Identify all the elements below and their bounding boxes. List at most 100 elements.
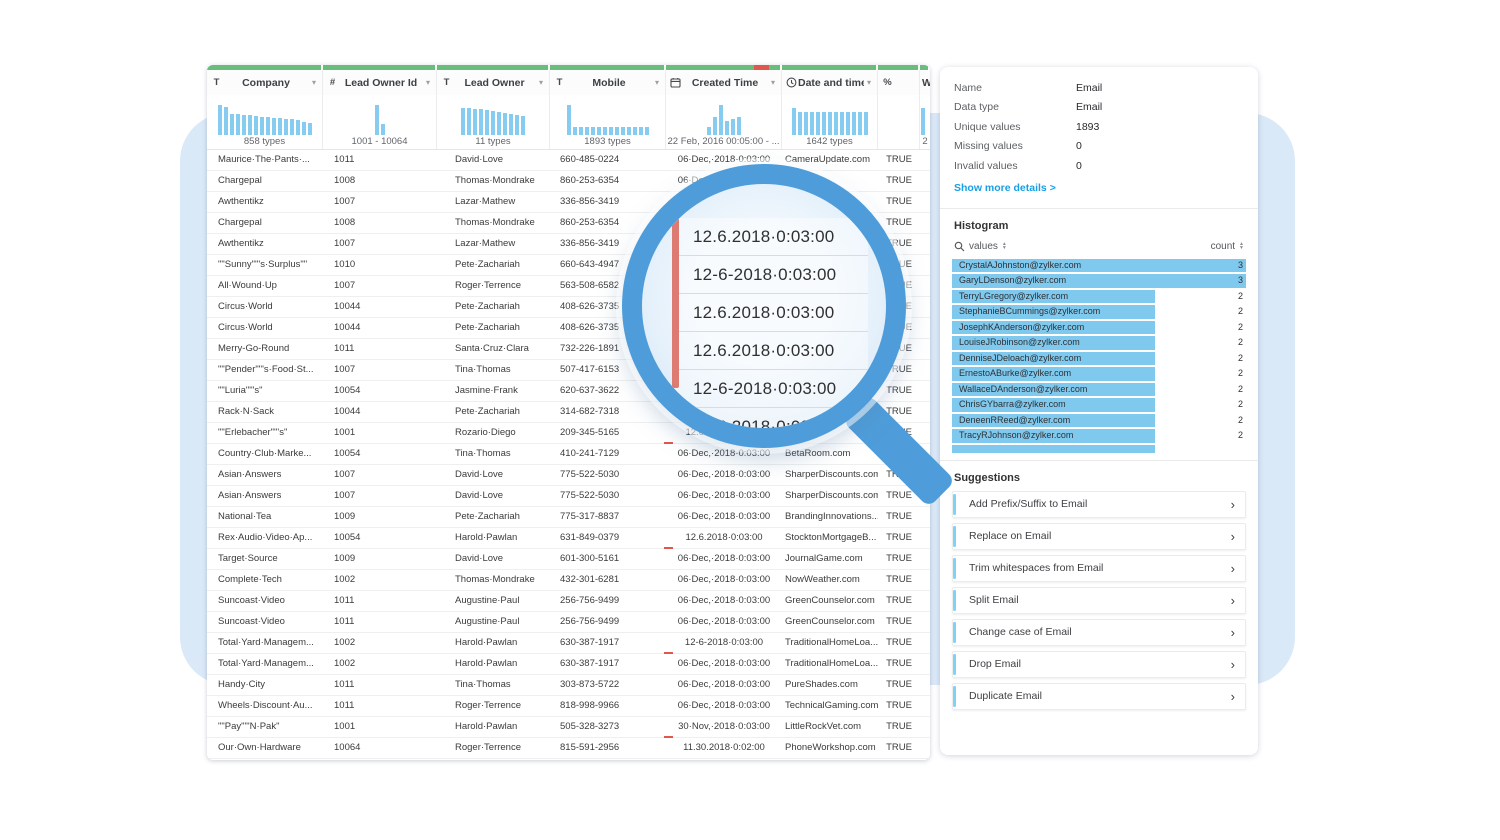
chevron-down-icon[interactable]: ▾ [652, 78, 662, 87]
histogram-value-row[interactable]: TerryLGregory@zylker.com2 [952, 290, 1246, 304]
histogram-value-row[interactable]: JosephKAnderson@zylker.com2 [952, 321, 1246, 335]
suggestion-drop-email[interactable]: Drop Email› [952, 651, 1246, 678]
cell-website: TraditionalHomeLoa... [782, 633, 878, 653]
chevron-down-icon[interactable]: ▾ [309, 78, 319, 87]
cell-id: 10054 [323, 381, 437, 401]
cell-company: Chargepal [207, 213, 323, 233]
suggestion-replace-on-email[interactable]: Replace on Email› [952, 523, 1246, 550]
cell-company: Wheels·Discount·Au... [207, 696, 323, 716]
detail-value: 1893 [1076, 121, 1099, 133]
show-more-details-link[interactable]: Show more details > [954, 182, 1244, 194]
column-mini-histogram: 1001 - 10064 [323, 95, 437, 149]
cell-company: Target·Source [207, 549, 323, 569]
histogram-count-label: 2 [1238, 367, 1243, 381]
cell-mobile: 775-522-5030 [550, 465, 666, 485]
histogram-bar [479, 109, 483, 135]
histogram-bar [218, 105, 222, 135]
histogram-values-sort[interactable]: values [969, 241, 998, 252]
histogram-bar [846, 112, 850, 135]
table-row: Country·Club·Marke...10054Tina·Thomas410… [207, 444, 930, 465]
histogram-value-row[interactable]: GaryLDenson@zylker.com3 [952, 274, 1246, 288]
histogram-value-row[interactable]: ChrisGYbarra@zylker.com2 [952, 398, 1246, 412]
histogram-value-row[interactable]: LouiseJRobinson@zylker.com2 [952, 336, 1246, 350]
chevron-down-icon[interactable]: ▾ [423, 78, 433, 87]
suggestion-trim-whitespaces-from-email[interactable]: Trim whitespaces from Email› [952, 555, 1246, 582]
search-icon[interactable] [954, 241, 965, 252]
column-header-label: Created Time [682, 77, 768, 89]
histogram-bar [731, 119, 735, 135]
suggestion-label: Split Email [969, 594, 1019, 606]
column-type-summary: 1893 types [550, 135, 665, 149]
suggestion-change-case-of-email[interactable]: Change case of Email› [952, 619, 1246, 646]
column-mini-histogram: 2 [920, 95, 930, 149]
histogram-bar [567, 105, 571, 135]
histogram-count-label: 3 [1238, 274, 1243, 288]
cell-website: BrandingInnovations... [782, 507, 878, 527]
suggestion-add-prefix-suffix-to-email[interactable]: Add Prefix/Suffix to Email› [952, 491, 1246, 518]
percent-type-icon: % [881, 77, 894, 88]
cell-owner: Rozario·Diego [437, 423, 550, 443]
cell-id: 1002 [323, 570, 437, 590]
histogram-bar [864, 112, 868, 135]
histogram-value-label: DenniseJDeloach@zylker.com [959, 352, 1081, 366]
cell-created: 06·Dec,·2018·0:03:00 [666, 591, 782, 611]
table-row: Wheels·Discount·Au...1011Roger·Terrence8… [207, 696, 930, 717]
cell-owner: Thomas·Mondrake [437, 570, 550, 590]
histogram-count-label: 2 [1238, 383, 1243, 397]
cell-id: 1009 [323, 549, 437, 569]
chevron-down-icon[interactable]: ▾ [768, 78, 778, 87]
column-header-label: Mobile [566, 77, 652, 89]
histogram-count-label: 3 [1238, 259, 1243, 273]
cell-mobile: 630-387-1917 [550, 654, 666, 674]
histogram-bar [792, 108, 796, 135]
column-header-lead-owner-id[interactable]: #Lead Owner Id▾ [323, 70, 437, 95]
histogram-value-label: WallaceDAnderson@zylker.com [959, 383, 1087, 397]
histogram-value-row[interactable]: ErnestoABurke@zylker.com2 [952, 367, 1246, 381]
column-header-date-and-time[interactable]: Date and time▾ [782, 70, 878, 95]
sort-arrows-icon[interactable]: ▲▼ [1239, 242, 1244, 250]
calendar-icon [669, 77, 682, 88]
histogram-count-sort[interactable]: count [1211, 241, 1235, 252]
column-header-lead-owner[interactable]: TLead Owner▾ [437, 70, 550, 95]
cell-owner: Roger·Terrence [437, 276, 550, 296]
histogram-bar [254, 116, 258, 135]
histogram-count-label: 2 [1238, 429, 1243, 443]
histogram-bar [615, 127, 619, 135]
sort-arrows-icon[interactable]: ▲▼ [1002, 242, 1007, 250]
column-header-w[interactable]: W [920, 70, 930, 95]
cell-owner: David·Love [437, 465, 550, 485]
histogram-value-row[interactable]: DenniseJDeloach@zylker.com 2 [952, 352, 1246, 366]
cell-id: 10054 [323, 444, 437, 464]
histogram-value-row[interactable]: CrystalAJohnston@zylker.com3 [952, 259, 1246, 273]
column-header-company[interactable]: TCompany▾ [207, 70, 323, 95]
cell-created: 06·Dec,·2018·0:03:00 [666, 612, 782, 632]
histogram-value-row[interactable]: StephanieBCummings@zylker.com2 [952, 305, 1246, 319]
chevron-down-icon[interactable]: ▾ [536, 78, 546, 87]
cell-id: 1011 [323, 675, 437, 695]
cell-owner: David·Love [437, 486, 550, 506]
cell-mobile: 209-345-5165 [550, 423, 666, 443]
histogram-list: CrystalAJohnston@zylker.com3GaryLDenson@… [952, 259, 1246, 453]
column-header-col6[interactable]: % [878, 70, 920, 95]
histogram-value-row[interactable] [952, 445, 1246, 453]
chevron-down-icon[interactable]: ▾ [864, 78, 874, 87]
column-header-created-time[interactable]: Created Time▾ [666, 70, 782, 95]
column-header-mobile[interactable]: TMobile▾ [550, 70, 666, 95]
histogram-count-label: 2 [1238, 352, 1243, 366]
column-header-label: Lead Owner Id [339, 77, 423, 89]
histogram-bar [290, 119, 294, 135]
histogram-value-row[interactable]: DeneenRReed@zylker.com2 [952, 414, 1246, 428]
histogram-value-label: JosephKAnderson@zylker.com [959, 321, 1084, 335]
cell-flag: TRUE [878, 696, 920, 716]
column-mini-histogram: 1893 types [550, 95, 666, 149]
cell-id: 1011 [323, 339, 437, 359]
suggestion-duplicate-email[interactable]: Duplicate Email› [952, 683, 1246, 710]
histogram-bar [585, 127, 589, 135]
cell-id: 10064 [323, 738, 437, 758]
histogram-value-row[interactable]: TracyRJohnson@zylker.com2 [952, 429, 1246, 443]
cell-owner: David·Love [437, 549, 550, 569]
chevron-right-icon: › [1231, 498, 1235, 511]
cell-flag: TRUE [878, 381, 920, 401]
suggestion-split-email[interactable]: Split Email› [952, 587, 1246, 614]
histogram-value-row[interactable]: WallaceDAnderson@zylker.com 2 [952, 383, 1246, 397]
